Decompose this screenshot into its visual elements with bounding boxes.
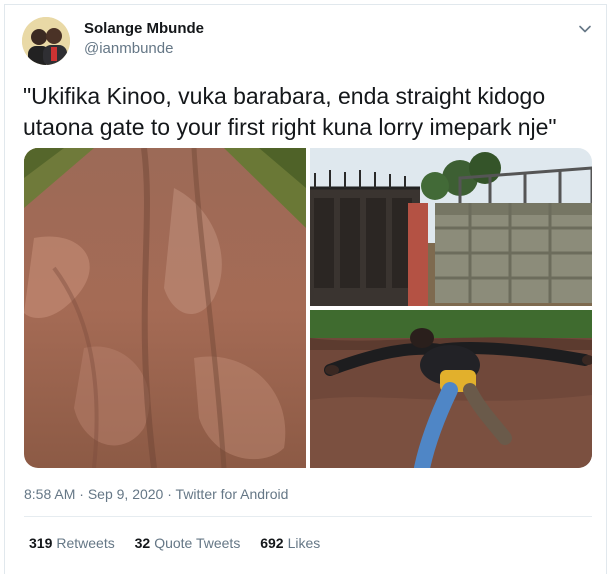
author-handle[interactable]: @ianmbunde: [84, 40, 173, 57]
muddy-road-photo[interactable]: [24, 148, 306, 468]
tweet-text: "Ukifika Kinoo, vuka barabara, enda stra…: [23, 83, 557, 140]
retweets-label: Retweets: [56, 535, 115, 551]
likes-count: 692: [260, 535, 284, 551]
tweet-meta: 8:58 AM · Sep 9, 2020 · Twitter for Andr…: [24, 486, 288, 502]
quote-tweets-stat[interactable]: 32 Quote Tweets: [135, 535, 241, 551]
quote-tweets-label: Quote Tweets: [154, 535, 241, 551]
retweets-stat[interactable]: 319 Retweets: [29, 535, 115, 551]
likes-label: Likes: [287, 535, 321, 551]
likes-stat[interactable]: 692 Likes: [260, 535, 320, 551]
tweet-client[interactable]: Twitter for Android: [176, 486, 289, 502]
separator: ·: [167, 486, 172, 502]
media-grid: [24, 148, 592, 468]
engagement-stats: 319 Retweets 32 Quote Tweets 692 Likes: [29, 535, 336, 551]
divider: [24, 516, 592, 517]
separator: ·: [79, 486, 84, 502]
chevron-down-icon[interactable]: [578, 22, 592, 36]
tweet-date[interactable]: Sep 9, 2020: [88, 486, 164, 502]
tweet-time[interactable]: 8:58 AM: [24, 486, 75, 502]
quote-tweets-count: 32: [134, 535, 151, 551]
gate-and-lorry-photo[interactable]: [310, 148, 592, 306]
author-name[interactable]: Solange Mbunde: [84, 20, 204, 37]
retweets-count: 319: [29, 535, 53, 551]
avatar[interactable]: [22, 17, 70, 65]
man-stuck-in-mud-photo[interactable]: [310, 310, 592, 468]
